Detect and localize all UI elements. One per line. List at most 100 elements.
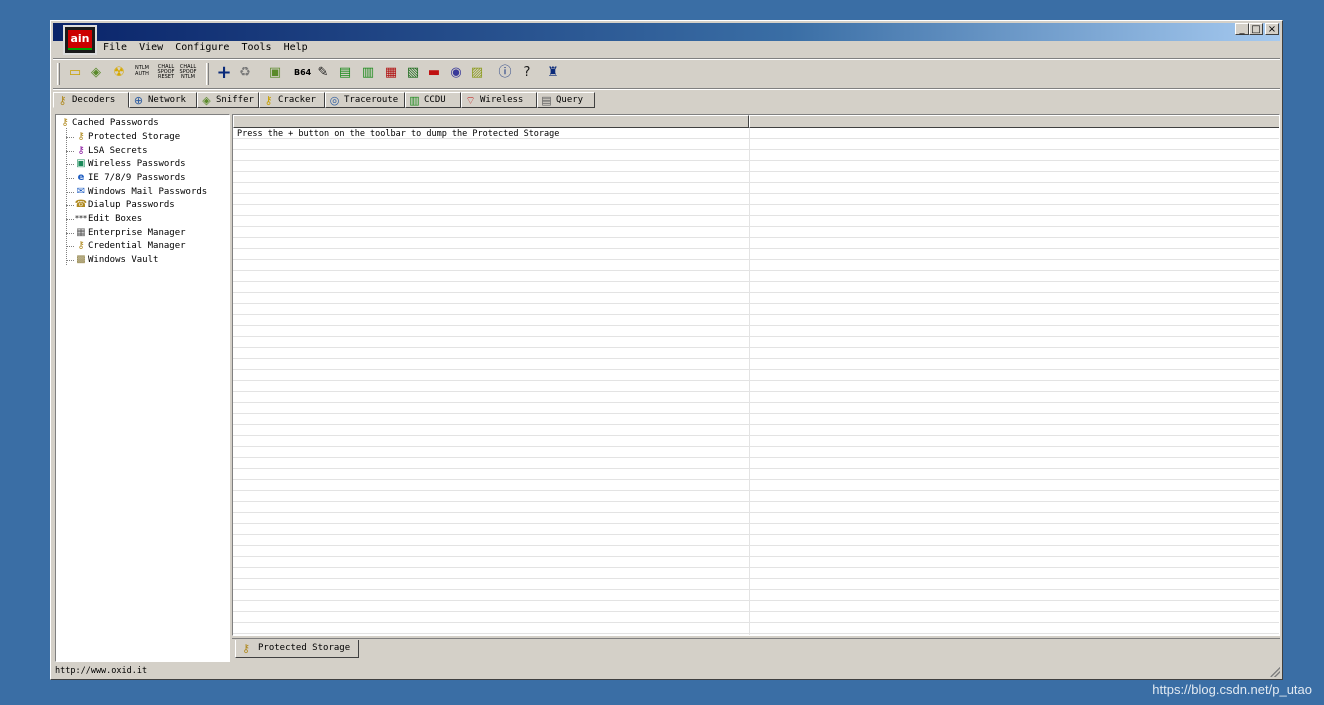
tree-branch <box>66 192 74 193</box>
maximize-button[interactable]: □ <box>1249 23 1263 35</box>
tab-sniffer[interactable]: ◈ Sniffer <box>197 92 259 108</box>
windows-mail-icon: ✉ <box>76 186 86 197</box>
tree-item-label: Dialup Passwords <box>88 200 175 210</box>
chall-spoof-ntlm-icon[interactable]: CHALL SPOOF NTLM <box>178 65 198 81</box>
tree-branch <box>66 205 74 206</box>
tab-query-label: Query <box>556 95 584 105</box>
tree-item-windows-vault[interactable]: ▩ Windows Vault <box>74 254 158 267</box>
sniffer-icon[interactable]: ◈ <box>88 65 104 81</box>
menu-configure[interactable]: Configure <box>175 42 229 53</box>
tree-item-dialup-passwords[interactable]: ☎Dialup Passwords <box>74 199 175 212</box>
results-list[interactable]: Press the + button on the toolbar to dum… <box>232 114 1280 636</box>
protected-storage-tab-icon: ⚷ <box>241 642 251 655</box>
speaker-icon[interactable]: ◉ <box>448 65 464 81</box>
tab-decoders[interactable]: ⚷ Decoders <box>53 92 129 108</box>
query-icon: ▤ <box>541 94 552 107</box>
tree-item-lsa-secrets[interactable]: ⚷ LSA Secrets <box>74 145 148 158</box>
resize-grip[interactable] <box>1270 667 1280 677</box>
tree-branch <box>66 219 74 220</box>
ccdu-icon: ▥ <box>409 94 420 107</box>
tree-item-protected-storage[interactable]: ⚷ Protected Storage <box>74 131 180 144</box>
tree-branch <box>66 178 74 179</box>
lsa-secrets-icon: ⚷ <box>77 145 85 156</box>
hash-icon[interactable]: ♻ <box>237 65 253 81</box>
tree-item-enterprise-manager[interactable]: ▦ Enterprise Manager <box>74 227 185 240</box>
tree-item-label: Windows Mail Passwords <box>88 187 208 197</box>
tree-item-label: Credential Manager <box>88 241 186 251</box>
close-button[interactable]: × <box>1265 23 1279 35</box>
access-icon[interactable]: ▧ <box>405 65 421 81</box>
tree-item-credential-manager[interactable]: ⚷ Credential Manager <box>74 240 186 253</box>
cracker-icon: ⚷ <box>264 94 273 107</box>
tower-icon[interactable]: ♜ <box>545 65 561 81</box>
dsa-icon[interactable]: ▤ <box>337 65 353 81</box>
recycle-icon[interactable]: ▨ <box>469 65 485 81</box>
tree-branch <box>66 246 74 247</box>
tab-decoders-label: Decoders <box>72 95 116 105</box>
subtab-protected-storage[interactable]: ⚷ Protected Storage <box>235 640 360 658</box>
tab-query[interactable]: ▤ Query <box>537 92 595 108</box>
tab-cracker[interactable]: ⚷ Cracker <box>259 92 325 108</box>
status-url: http://www.oxid.it <box>55 666 148 676</box>
tree-root-cached-passwords[interactable]: ⚷ Cached Passwords <box>58 117 158 130</box>
tab-wireless[interactable]: ⌔ Wireless <box>461 92 537 108</box>
credential-manager-icon: ⚷ <box>77 240 85 251</box>
subtab-label: Protected Storage <box>258 643 351 653</box>
ie-icon: e <box>77 172 85 183</box>
help-icon[interactable]: ? <box>519 65 535 81</box>
proxy-icon[interactable]: ✎ <box>315 65 331 81</box>
tab-ccdu[interactable]: ▥ CCDU <box>405 92 461 108</box>
add-icon[interactable]: + <box>216 64 232 82</box>
tab-cracker-label: Cracker <box>278 95 316 105</box>
cached-passwords-icon: ⚷ <box>61 117 69 128</box>
tab-traceroute[interactable]: ◎ Traceroute <box>325 92 405 108</box>
radioactive-icon[interactable]: ☢ <box>111 65 127 81</box>
tab-network[interactable]: ⊕ Network <box>129 92 197 108</box>
decoders-icon: ⚷ <box>58 94 67 107</box>
calc-icon[interactable]: ▣ <box>267 65 283 81</box>
tab-network-label: Network <box>148 95 186 105</box>
toolbar-grip[interactable] <box>57 63 60 85</box>
sub-tab-bar: ⚷ Protected Storage <box>232 638 1280 661</box>
vpn-icon[interactable]: ▥ <box>360 65 376 81</box>
chall-spoof-reset-icon[interactable]: CHALL SPOOF RESET <box>156 65 176 81</box>
logo-text: ain <box>68 30 92 48</box>
list-rows <box>233 128 1279 635</box>
tree-item-edit-boxes[interactable]: ***Edit Boxes <box>74 213 142 226</box>
tree-item-windows-mail-passwords[interactable]: ✉ Windows Mail Passwords <box>74 186 207 199</box>
ntlm-auth-icon[interactable]: NTLM AUTH <box>132 65 152 81</box>
cain-logo: ain <box>63 25 97 55</box>
menu-view[interactable]: View <box>139 42 163 53</box>
tree-item-ie-passwords[interactable]: e IE 7/8/9 Passwords <box>74 172 186 185</box>
column-divider <box>749 128 750 635</box>
tree-item-label: LSA Secrets <box>88 146 148 156</box>
column-header-2[interactable] <box>749 115 1279 128</box>
sniffer-tab-icon: ◈ <box>202 94 211 107</box>
network-icon: ⊕ <box>133 94 144 107</box>
open-icon[interactable]: ▭ <box>67 65 83 81</box>
box-icon[interactable]: ▬ <box>426 65 442 81</box>
tree-item-label: Windows Vault <box>88 255 159 265</box>
base64-icon[interactable]: B64 <box>294 65 311 81</box>
tab-traceroute-label: Traceroute <box>344 95 399 105</box>
tree-item-wireless-passwords[interactable]: ▣ Wireless Passwords <box>74 158 185 171</box>
column-header-1[interactable] <box>233 115 749 128</box>
tree-branch <box>66 137 74 138</box>
watermark: https://blog.csdn.net/p_utao <box>1152 682 1312 697</box>
traceroute-icon: ◎ <box>329 94 340 107</box>
cain-window: _ □ × ain File View Configure Tools Help… <box>50 20 1283 680</box>
protected-storage-icon: ⚷ <box>77 131 85 142</box>
pc-icon[interactable]: ▦ <box>383 65 399 81</box>
minimize-button[interactable]: _ <box>1235 23 1249 35</box>
edit-boxes-icon: *** <box>75 214 87 223</box>
tree-connector <box>66 128 67 265</box>
tree-item-label: IE 7/8/9 Passwords <box>88 173 186 183</box>
tree-branch <box>66 164 74 165</box>
menu-tools[interactable]: Tools <box>241 42 271 53</box>
menu-file[interactable]: File <box>103 42 127 53</box>
about-icon[interactable]: ⓘ <box>497 65 513 81</box>
tree-branch <box>66 260 74 261</box>
title-bar[interactable] <box>53 23 1280 41</box>
menu-help[interactable]: Help <box>284 42 308 53</box>
decoder-tree[interactable]: ⚷ Cached Passwords ⚷ Protected Storage ⚷ LS… <box>55 114 230 662</box>
